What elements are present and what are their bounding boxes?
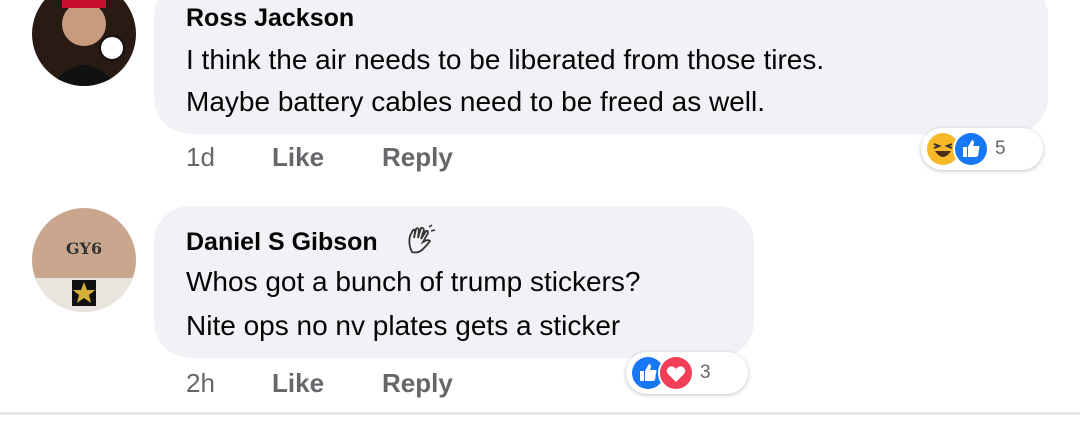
like-button[interactable]: Like <box>272 368 324 399</box>
reaction-summary[interactable]: 5 <box>921 128 1043 170</box>
comment-timestamp[interactable]: 1d <box>186 142 215 173</box>
comment-author[interactable]: Ross Jackson <box>186 4 354 33</box>
avatar-image <box>32 0 136 86</box>
comment-text-line: Whos got a bunch of trump stickers? <box>186 266 641 297</box>
waving-hand-icon <box>404 224 436 261</box>
comment-text-line: Maybe battery cables need to be freed as… <box>186 86 766 117</box>
reaction-count: 3 <box>700 362 711 383</box>
reaction-summary[interactable]: 3 <box>626 352 748 394</box>
divider <box>0 412 1080 415</box>
avatar-tattoo-text: GY6 <box>66 239 102 258</box>
love-icon <box>658 355 694 391</box>
comment-bubble: Daniel S Gibson Whos got a bunch of trum… <box>154 206 754 358</box>
comment-author[interactable]: Daniel S Gibson <box>186 228 378 257</box>
comment-text-line: I think the air needs to be liberated fr… <box>186 44 825 75</box>
like-icon <box>953 131 989 167</box>
like-button[interactable]: Like <box>272 142 324 173</box>
avatar-image: GY6 <box>32 208 136 312</box>
reply-button[interactable]: Reply <box>382 368 453 399</box>
comment-timestamp[interactable]: 2h <box>186 368 215 399</box>
reaction-count: 5 <box>995 138 1006 159</box>
comment-avatar-daniel-s-gibson[interactable]: GY6 <box>32 208 136 312</box>
comment-avatar-ross-jackson[interactable] <box>32 0 136 86</box>
reply-button[interactable]: Reply <box>382 142 453 173</box>
comment-bubble: Ross Jackson I think the air needs to be… <box>154 0 1048 134</box>
comment-text-line: Nite ops no nv plates gets a sticker <box>186 310 621 341</box>
